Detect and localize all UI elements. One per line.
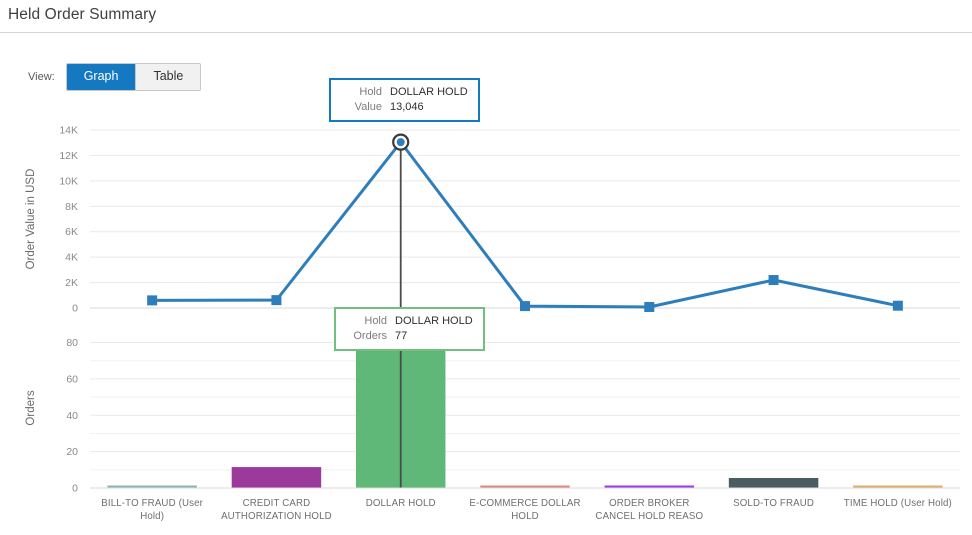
- selected-marker[interactable]: [396, 138, 405, 147]
- x-category-label: HOLD: [511, 511, 539, 522]
- tooltip-key: Hold: [364, 315, 387, 327]
- y-axis-title-orders: Orders: [25, 390, 37, 425]
- line-marker[interactable]: [892, 300, 903, 311]
- tooltip-row: Value 13,046: [340, 100, 468, 115]
- bar[interactable]: [231, 467, 322, 488]
- x-category-label: ORDER BROKER: [609, 498, 689, 509]
- y-tick-label-value: 8K: [65, 201, 78, 213]
- line-marker[interactable]: [271, 295, 282, 306]
- tooltip-row: Hold DOLLAR HOLD: [345, 314, 473, 329]
- view-label: View:: [28, 70, 55, 83]
- y-tick-label-value: 0: [72, 303, 78, 315]
- orders-tooltip: Hold DOLLAR HOLD Orders 77: [334, 307, 485, 351]
- y-axis-title-value: Order Value in USD: [25, 169, 37, 270]
- tab-table[interactable]: Table: [135, 64, 201, 90]
- x-category-label: SOLD-TO FRAUD: [733, 498, 814, 509]
- bar[interactable]: [728, 478, 819, 488]
- value-tooltip: Hold DOLLAR HOLD Value 13,046: [329, 78, 480, 122]
- line-marker[interactable]: [644, 301, 655, 312]
- line-marker[interactable]: [520, 301, 530, 312]
- x-category-label: Hold): [140, 511, 164, 522]
- y-tick-label-value: 14K: [59, 125, 78, 137]
- y-tick-label-value: 4K: [65, 252, 78, 264]
- view-toolbar: View: Graph Table: [28, 63, 202, 91]
- x-category-label: BILL-TO FRAUD (User: [101, 498, 203, 509]
- y-tick-label-orders: 20: [66, 446, 78, 458]
- x-category-label: CANCEL HOLD REASO: [595, 511, 703, 522]
- line-marker[interactable]: [768, 275, 779, 286]
- y-tick-label-orders: 80: [66, 337, 78, 349]
- tooltip-key: Orders: [353, 329, 387, 342]
- x-category-label: CREDIT CARD: [243, 498, 311, 509]
- tooltip-value: 13,046: [390, 100, 424, 113]
- tooltip-row: Orders 77: [345, 329, 473, 344]
- tooltip-value: DOLLAR HOLD: [395, 315, 473, 327]
- page-title: Held Order Summary: [8, 6, 157, 23]
- y-tick-label-value: 2K: [65, 277, 78, 289]
- x-category-label: TIME HOLD (User Hold): [844, 498, 952, 509]
- x-category-label: E-COMMERCE DOLLAR: [469, 498, 580, 509]
- x-category-label: DOLLAR HOLD: [366, 498, 436, 509]
- y-tick-label-value: 12K: [59, 150, 78, 162]
- tooltip-value: DOLLAR HOLD: [390, 86, 468, 98]
- y-tick-label-orders: 40: [66, 410, 78, 422]
- held-order-charts[interactable]: 0 2K 4K 6K 8K 10K 12K 14K Order Value in USD 0 20 4…: [0, 100, 972, 535]
- tooltip-key: Hold: [359, 86, 382, 98]
- tooltip-value: 77: [395, 329, 408, 342]
- page-header: Held Order Summary: [0, 0, 972, 33]
- tooltip-row: Hold DOLLAR HOLD: [340, 85, 468, 100]
- view-toggle-group: Graph Table: [65, 63, 202, 91]
- line-marker[interactable]: [147, 295, 158, 306]
- y-tick-label-orders: 0: [72, 483, 78, 495]
- tab-graph[interactable]: Graph: [66, 64, 136, 90]
- y-tick-label-value: 6K: [65, 226, 78, 238]
- charts-container: 0 2K 4K 6K 8K 10K 12K 14K Order Value in USD 0 20 4…: [0, 100, 972, 535]
- y-tick-label-orders: 60: [66, 373, 78, 385]
- tooltip-key: Value: [354, 100, 382, 113]
- y-tick-label-value: 10K: [59, 175, 78, 187]
- x-category-label: AUTHORIZATION HOLD: [221, 511, 332, 522]
